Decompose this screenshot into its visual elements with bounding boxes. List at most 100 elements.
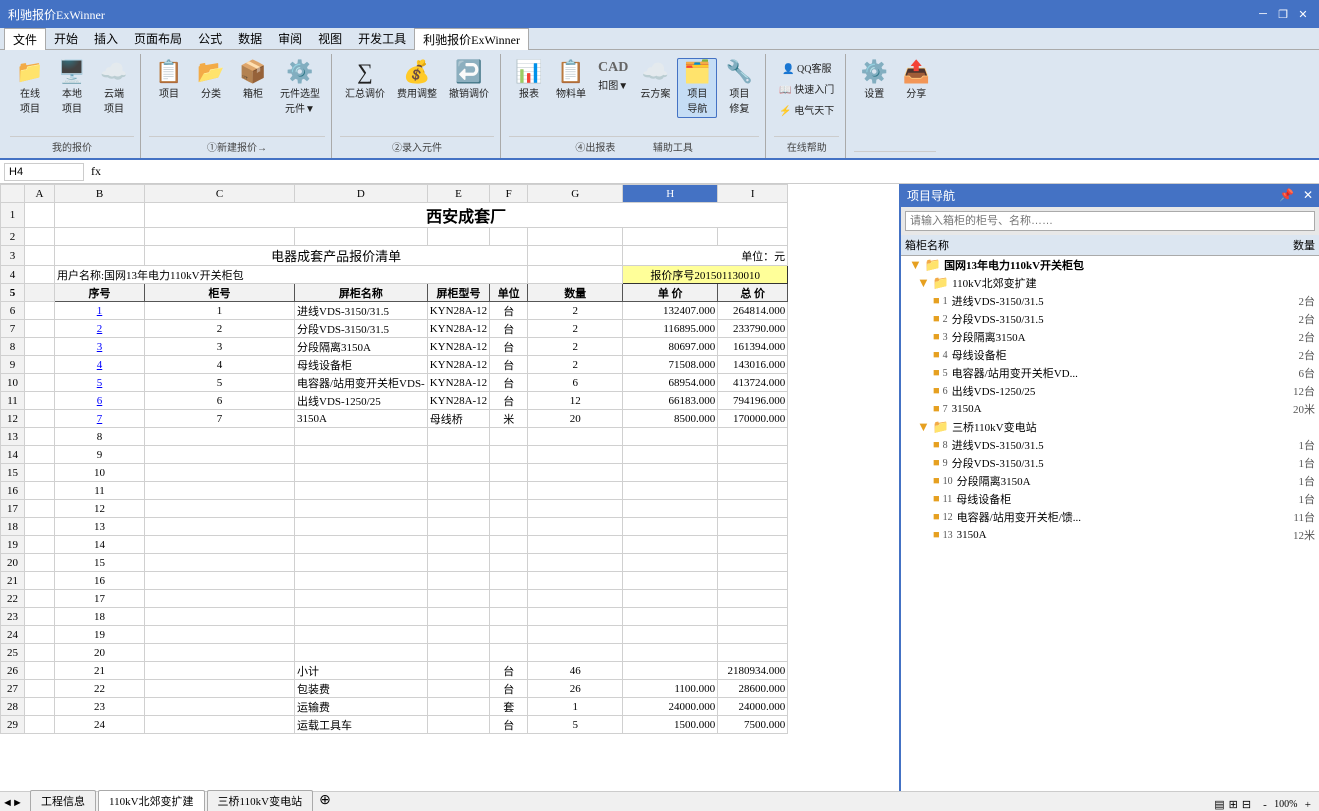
ribbon-btn-share[interactable]: 📤 分享 <box>896 58 936 103</box>
ribbon-btn-report[interactable]: 📊 报表 <box>509 58 549 103</box>
cell-model-5[interactable]: KYN28A-12 <box>427 374 489 392</box>
tree-item-10[interactable]: ■ 10 分段隔离3150A 1台 <box>901 472 1319 490</box>
tree-item-12[interactable]: ■ 12 电容器/站用变开关柜/馈... 11台 <box>901 508 1319 526</box>
cell-packaging-unit[interactable]: 台 <box>490 680 528 698</box>
cell-model-1[interactable]: KYN28A-12 <box>427 302 489 320</box>
header-unit-price[interactable]: 单 价 <box>623 284 718 302</box>
tree-item-1[interactable]: ■ 1 进线VDS-3150/31.5 2台 <box>901 292 1319 310</box>
cell-tprice-6[interactable]: 794196.000 <box>718 392 788 410</box>
cell-cabno-5[interactable]: 5 <box>145 374 295 392</box>
cell-model-7[interactable]: 母线桥 <box>427 410 489 428</box>
cell-tprice-3[interactable]: 161394.000 <box>718 338 788 356</box>
cell-cabno-1[interactable]: 1 <box>145 302 295 320</box>
sheet-tab-sanqiao[interactable]: 三桥110kV变电站 <box>207 790 314 811</box>
formula-func-icon[interactable]: fx <box>88 164 104 179</box>
cell-tprice-2[interactable]: 233790.000 <box>718 320 788 338</box>
cell-c1-title[interactable]: 西安成套厂 <box>145 203 788 228</box>
header-qty[interactable]: 数量 <box>528 284 623 302</box>
ribbon-btn-local-project[interactable]: 🖥️ 本地项目 <box>52 58 92 118</box>
sheet-nav-right[interactable]: ► <box>12 797 23 809</box>
tree-item-7[interactable]: ■ 7 3150A 20米 <box>901 400 1319 418</box>
cell-seq-22[interactable]: 22 <box>55 680 145 698</box>
cell-transport-qty[interactable]: 1 <box>528 698 623 716</box>
cell-name-7[interactable]: 3150A <box>295 410 428 428</box>
header-seqno[interactable]: 序号 <box>55 284 145 302</box>
cell-cabno-4[interactable]: 4 <box>145 356 295 374</box>
normal-view-icon[interactable]: ▤ <box>1214 798 1224 811</box>
cell-qty-6[interactable]: 12 <box>528 392 623 410</box>
cell-cabno-7[interactable]: 7 <box>145 410 295 428</box>
cell-packaging-label[interactable]: 包装费 <box>295 680 428 698</box>
cell-subtotal-qty[interactable]: 46 <box>528 662 623 680</box>
cell-h3-unit[interactable]: 单位：元 <box>623 246 788 266</box>
cell-subtotal-total[interactable]: 2180934.000 <box>718 662 788 680</box>
ribbon-btn-cloud-plan[interactable]: ☁️ 云方案 <box>635 58 675 103</box>
cell-uprice-3[interactable]: 80697.000 <box>623 338 718 356</box>
sheet-tab-110kv-north[interactable]: 110kV北郊变扩建 <box>98 790 205 811</box>
cell-subtotal-label[interactable]: 小计 <box>295 662 428 680</box>
tree-root-node[interactable]: ▼ 📁 国网13年电力110kV开关柜包 <box>901 256 1319 274</box>
menu-formula[interactable]: 公式 <box>190 28 230 49</box>
menu-layout[interactable]: 页面布局 <box>126 28 190 49</box>
menu-start[interactable]: 开始 <box>46 28 86 49</box>
cell-uprice-4[interactable]: 71508.000 <box>623 356 718 374</box>
tree-item-9[interactable]: ■ 9 分段VDS-3150/31.5 1台 <box>901 454 1319 472</box>
ribbon-btn-category[interactable]: 📂 分类 <box>191 58 231 103</box>
cell-model-3[interactable]: KYN28A-12 <box>427 338 489 356</box>
cell-seq-4[interactable]: 4 <box>55 356 145 374</box>
cell-seq-21[interactable]: 21 <box>55 662 145 680</box>
cell-seq-3[interactable]: 3 <box>55 338 145 356</box>
tree-item-3[interactable]: ■ 3 分段隔离3150A 2台 <box>901 328 1319 346</box>
cell-unit-2[interactable]: 台 <box>490 320 528 338</box>
cell-uprice-1[interactable]: 132407.000 <box>623 302 718 320</box>
tree-folder-2[interactable]: ▼ 📁 三桥110kV变电站 <box>901 418 1319 436</box>
cell-qty-3[interactable]: 2 <box>528 338 623 356</box>
cell-model-6[interactable]: KYN28A-12 <box>427 392 489 410</box>
menu-dev[interactable]: 开发工具 <box>350 28 414 49</box>
cell-cabno-6[interactable]: 6 <box>145 392 295 410</box>
cell-reference-input[interactable] <box>4 163 84 181</box>
cell-unit-4[interactable]: 台 <box>490 356 528 374</box>
restore-btn[interactable]: ❐ <box>1275 6 1291 22</box>
cell-a1[interactable] <box>25 203 55 228</box>
header-cabinet-no[interactable]: 柜号 <box>145 284 295 302</box>
ribbon-btn-materials[interactable]: 📋 物料单 <box>551 58 591 103</box>
ribbon-btn-online-project[interactable]: 📁 在线项目 <box>10 58 50 118</box>
cell-qty-4[interactable]: 2 <box>528 356 623 374</box>
cell-qty-5[interactable]: 6 <box>528 374 623 392</box>
ribbon-btn-cloud-project[interactable]: ☁️ 云端项目 <box>94 58 134 118</box>
cell-name-6[interactable]: 出线VDS-1250/25 <box>295 392 428 410</box>
cell-seq-1[interactable]: 1 <box>55 302 145 320</box>
ribbon-btn-quickstart[interactable]: 📖 快速入门 <box>774 79 839 98</box>
cabinet-search-input[interactable] <box>905 211 1315 231</box>
zoom-out-btn[interactable]: - <box>1263 799 1267 811</box>
cell-name-2[interactable]: 分段VDS-3150/31.5 <box>295 320 428 338</box>
cell-vehicle-uprice[interactable]: 1500.000 <box>623 716 718 734</box>
ribbon-btn-project-nav[interactable]: 🗂️ 项目导航 <box>677 58 717 118</box>
close-btn[interactable]: ✕ <box>1295 6 1311 22</box>
cell-transport-label[interactable]: 运输费 <box>295 698 428 716</box>
ribbon-btn-component-select[interactable]: ⚙️ 元件选型元件▼ <box>275 58 325 118</box>
tree-item-5[interactable]: ■ 5 电容器/站用变开关柜VD... 6台 <box>901 364 1319 382</box>
cell-qty-2[interactable]: 2 <box>528 320 623 338</box>
ribbon-btn-settings[interactable]: ⚙️ 设置 <box>854 58 894 103</box>
cell-uprice-6[interactable]: 66183.000 <box>623 392 718 410</box>
cell-b4-user[interactable]: 用户名称:国网13年电力110kV开关柜包 <box>55 266 528 284</box>
add-sheet-btn[interactable]: ⊕ <box>319 792 331 811</box>
cell-unit-7[interactable]: 米 <box>490 410 528 428</box>
menu-insert[interactable]: 插入 <box>86 28 126 49</box>
cell-b1[interactable] <box>55 203 145 228</box>
cell-tprice-4[interactable]: 143016.000 <box>718 356 788 374</box>
ribbon-btn-summarize[interactable]: ∑ 汇总调价 <box>340 58 390 103</box>
cell-cabno-3[interactable]: 3 <box>145 338 295 356</box>
col-header-f[interactable]: F <box>490 185 528 203</box>
ribbon-btn-cabinet[interactable]: 📦 箱柜 <box>233 58 273 103</box>
header-total-price[interactable]: 总 价 <box>718 284 788 302</box>
pin-icon[interactable]: 📌 <box>1279 188 1294 202</box>
cell-packaging-qty[interactable]: 26 <box>528 680 623 698</box>
cell-seq-5[interactable]: 5 <box>55 374 145 392</box>
ribbon-btn-electric[interactable]: ⚡ 电气天下 <box>774 100 839 119</box>
page-layout-icon[interactable]: ⊟ <box>1242 798 1251 811</box>
tree-item-8[interactable]: ■ 8 进线VDS-3150/31.5 1台 <box>901 436 1319 454</box>
col-header-b[interactable]: B <box>55 185 145 203</box>
